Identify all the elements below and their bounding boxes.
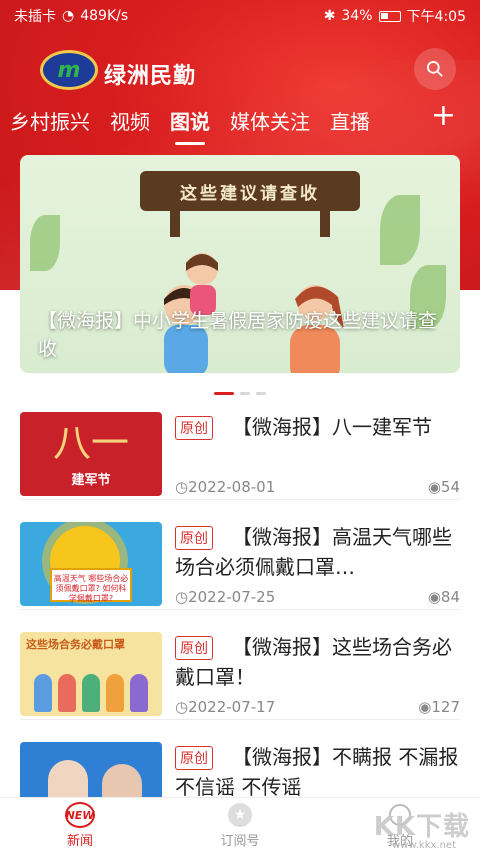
- original-badge: 原创: [175, 636, 213, 660]
- person-illustration: [82, 674, 100, 712]
- network-speed: 489K/s: [80, 8, 129, 24]
- search-button[interactable]: [414, 48, 456, 90]
- news-item[interactable]: 高温天气 哪些场合必须佩戴口罩? 如何科学佩戴口罩? 【微海报】高温天气哪些场合…: [0, 510, 480, 610]
- eye-icon: ◉: [427, 588, 441, 606]
- new-icon: NEW: [65, 802, 95, 828]
- clock-icon: ◷: [175, 698, 189, 716]
- original-badge: 原创: [175, 746, 213, 770]
- news-title: 【微海报】高温天气哪些场合必须佩戴口罩…: [175, 525, 452, 579]
- carousel-dot[interactable]: [214, 392, 234, 395]
- thumbnail-text: 这些场合务必戴口罩: [26, 638, 125, 651]
- banner-sign-text: 这些建议请查收: [180, 183, 320, 204]
- carousel-dot[interactable]: [256, 392, 266, 395]
- original-badge: 原创: [175, 526, 213, 550]
- top-bar: m 绿洲民勤: [0, 42, 480, 96]
- person-illustration: [34, 674, 52, 712]
- news-thumbnail: 八一 建军节: [20, 412, 162, 496]
- news-item[interactable]: 八一 建军节 【微海报】八一建军节 原创 ◷2022-08-01 ◉54: [0, 400, 480, 500]
- person-illustration: [130, 674, 148, 712]
- app-title: 绿洲民勤: [104, 63, 197, 89]
- nav-label: 新闻: [66, 834, 93, 849]
- nav-news[interactable]: NEW 新闻: [0, 798, 160, 853]
- clock: 下午4:05: [406, 9, 466, 25]
- banner-caption: 【微海报】中小学生暑假居家防疫这些建议请查收: [38, 310, 438, 360]
- tab-picture-talk[interactable]: 图说: [170, 106, 210, 135]
- news-date: ◷2022-08-01: [175, 478, 276, 496]
- wifi-icon: ◔: [62, 8, 75, 24]
- news-thumbnail: 高温天气 哪些场合必须佩戴口罩? 如何科学佩戴口罩?: [20, 522, 162, 606]
- featured-banner[interactable]: 这些建议请查收 【微海报】中小学生暑假居家防疫这些建议请查收: [20, 155, 460, 373]
- news-title: 【微海报】这些场合务必戴口罩！: [175, 635, 452, 689]
- battery-icon: [378, 10, 401, 22]
- banner-sign: 这些建议请查收: [140, 171, 360, 211]
- tab-live[interactable]: 直播: [330, 106, 370, 135]
- thumbnail-big-text: 八一: [52, 420, 129, 465]
- thumbnail-text: 高温天气 哪些场合必须佩戴口罩? 如何科学佩戴口罩?: [50, 568, 132, 603]
- watermark: KK下载: [373, 812, 470, 842]
- nav-subscriptions[interactable]: ★ 订阅号: [160, 798, 320, 853]
- bluetooth-icon: ✱: [323, 8, 336, 24]
- news-views: ◉84: [427, 588, 460, 606]
- carrier-label: 未插卡: [14, 9, 56, 25]
- news-item[interactable]: 这些场合务必戴口罩 【微海报】这些场合务必戴口罩！ 原创 ◷2022-07-17…: [0, 620, 480, 720]
- battery-percent: 34%: [341, 8, 373, 24]
- eye-icon: ◉: [418, 698, 432, 716]
- person-illustration: [106, 674, 124, 712]
- leaf-decoration: [380, 195, 420, 265]
- news-title: 【微海报】不瞒报 不漏报 不信谣 不传谣: [175, 745, 459, 799]
- clock-icon: ◷: [175, 588, 189, 606]
- carousel-indicator: [0, 392, 480, 395]
- news-views: ◉54: [427, 478, 460, 496]
- sign-post: [320, 211, 330, 237]
- thumbnail-small-text: 建军节: [71, 472, 111, 488]
- search-icon: [427, 60, 443, 77]
- app-logo: m: [40, 50, 98, 90]
- tab-media[interactable]: 媒体关注: [230, 106, 310, 135]
- original-badge: 原创: [175, 416, 213, 440]
- news-date: ◷2022-07-17: [175, 698, 276, 716]
- eye-icon: ◉: [427, 478, 441, 496]
- tab-video[interactable]: 视频: [110, 106, 150, 135]
- sign-post: [170, 211, 180, 237]
- star-icon: ★: [227, 802, 253, 828]
- clock-icon: ◷: [175, 478, 189, 496]
- add-tab-button[interactable]: +: [431, 98, 456, 133]
- watermark-url: www.kkx.net: [392, 840, 456, 851]
- status-bar: 未插卡 ◔ 489K/s ✱ 34% 下午4:05: [0, 0, 480, 32]
- nav-label: 订阅号: [220, 834, 260, 849]
- tab-rural-revitalization[interactable]: 乡村振兴: [10, 106, 90, 135]
- news-thumbnail: 这些场合务必戴口罩: [20, 632, 162, 716]
- category-tabs: 乡村振兴 视频 图说 媒体关注 直播: [0, 96, 480, 144]
- divider: [20, 719, 460, 720]
- carousel-dot[interactable]: [240, 392, 250, 395]
- news-title: 【微海报】八一建军节: [232, 415, 432, 439]
- news-views: ◉127: [418, 698, 460, 716]
- news-date: ◷2022-07-25: [175, 588, 276, 606]
- leaf-decoration: [30, 215, 60, 271]
- divider: [20, 499, 460, 500]
- divider: [20, 609, 460, 610]
- person-illustration: [58, 674, 76, 712]
